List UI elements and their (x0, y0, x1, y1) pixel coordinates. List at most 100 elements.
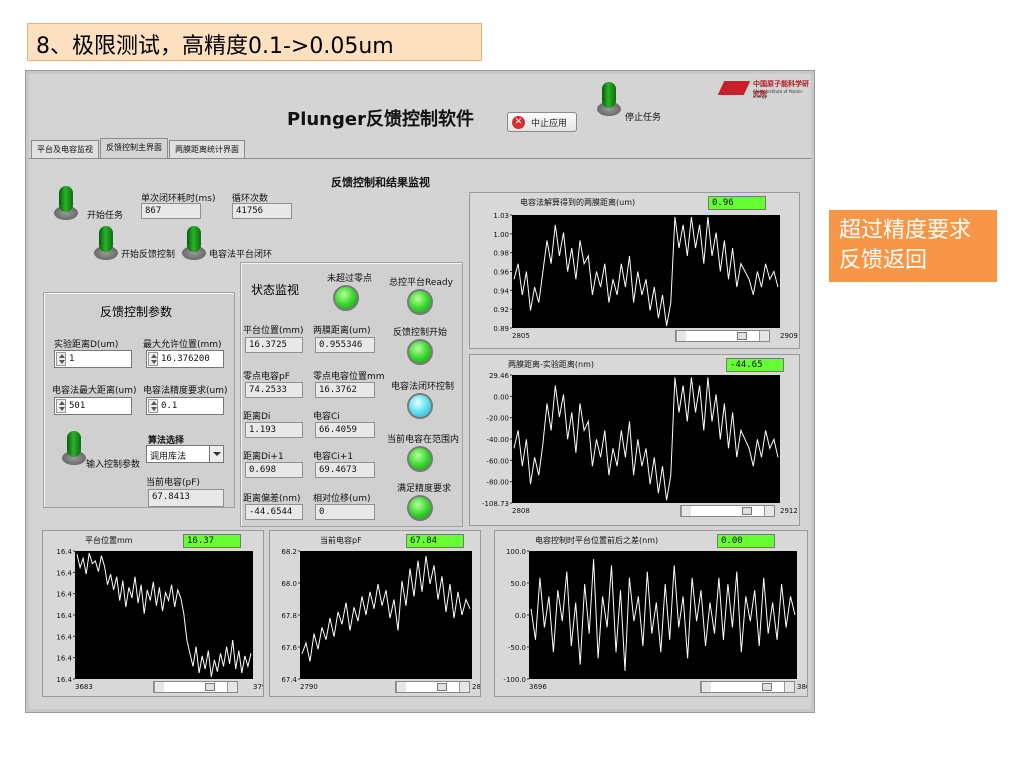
scroll-left-button[interactable] (154, 682, 164, 692)
y-tick-label: 1.03 (493, 212, 509, 220)
y-tick-label: 16.4 (56, 569, 72, 577)
max-pos-input[interactable]: 16.376200 (146, 350, 224, 368)
x-tick-label: 3791 (253, 683, 263, 691)
scrollbar-thumb[interactable] (437, 683, 447, 691)
di1-label: 距离Di+1 (243, 452, 284, 462)
y-tick-label: 67.8 (281, 612, 297, 620)
y-tick-label: -80.00 (486, 479, 509, 487)
in-range-led (407, 446, 433, 472)
feedback-params-panel: 反馈控制参数 实验距离D(um) 1 最大允许位置(mm) 16.376200 … (43, 292, 235, 508)
y-tick-label: 68.2 (281, 548, 297, 556)
callout-note: 超过精度要求反馈返回 (829, 210, 997, 282)
chevron-down-icon[interactable] (209, 446, 223, 462)
algo-select[interactable]: 调用库法 (146, 445, 224, 463)
cap-max-dist-input[interactable]: 501 (54, 397, 132, 415)
stop-task-label: 停止任务 (625, 113, 662, 123)
chart-scrollbar[interactable] (700, 681, 795, 693)
loop-count-indicator: 41756 (232, 203, 292, 219)
scroll-right-button[interactable] (784, 682, 794, 692)
cap-precision-spinner[interactable] (148, 399, 158, 413)
app-window-inner: 中国原子能科学研究院 China Institute of Atomic Ene… (29, 74, 811, 709)
y-tick-label: 67.4 (281, 676, 297, 684)
y-tick-label: -40.00 (486, 436, 509, 444)
chart-scrollbar[interactable] (680, 505, 775, 517)
scroll-left-button[interactable] (701, 682, 711, 692)
cap-max-dist-spinner[interactable] (56, 399, 66, 413)
ready-led (407, 289, 433, 315)
chart-plot-svg: 100.0 50.0 0.0 -50.0 -100.03696 3801 (503, 548, 807, 691)
chart-scrollbar[interactable] (675, 330, 770, 342)
y-tick-label: 67.6 (281, 644, 297, 652)
tab-feedback-main[interactable]: 反馈控制主界面 (100, 138, 168, 158)
scrollbar-thumb[interactable] (205, 683, 215, 691)
status-panel: 状态监视 未超过零点 总控平台Ready 平台位置(mm) 16.3725 两膜… (240, 262, 463, 527)
scrollbar-thumb[interactable] (737, 332, 747, 340)
chart-plot-svg: 16.416.416.416.416.416.416.436833791 (56, 548, 263, 691)
y-tick-label: 0.0 (515, 612, 526, 620)
scroll-left-button[interactable] (681, 506, 691, 516)
abort-app-button[interactable]: ✕ 中止应用 (507, 112, 577, 132)
abort-app-label: 中止应用 (531, 118, 568, 129)
x-tick-label: 3801 (797, 683, 807, 691)
feedback-start-label: 反馈控制开始 (393, 328, 448, 338)
cap-loop-ctrl-label: 电容法闭环控制 (391, 382, 455, 392)
cap-precision-input[interactable]: 0.1 (146, 397, 224, 415)
start-feedback-label: 开始反馈控制 (121, 250, 176, 260)
start-task-toggle[interactable] (54, 186, 78, 220)
tab-divider (29, 158, 811, 159)
stop-task-toggle[interactable] (597, 82, 621, 116)
plot-area (300, 551, 472, 679)
chart-scrollbar[interactable] (153, 681, 238, 693)
y-tick-label: 16.4 (56, 612, 72, 620)
dist-dev-label: 距离偏差(nm) (243, 494, 301, 504)
x-tick-label: 2909 (780, 332, 798, 340)
logo-text-en: China Institute of Atomic Energy (753, 89, 803, 99)
y-tick-label: 68.0 (281, 580, 297, 588)
abort-x-icon: ✕ (512, 115, 525, 129)
meets-precision-label: 满足精度要求 (397, 484, 452, 494)
di1-indicator: 0.698 (245, 462, 303, 478)
feedback-start-led (407, 339, 433, 365)
ci-label: 电容Ci (313, 412, 340, 422)
y-tick-label: 16.4 (56, 548, 72, 556)
ci1-indicator: 69.4673 (315, 462, 375, 478)
tab-film-distance-stats[interactable]: 两膜距离统计界面 (169, 140, 245, 158)
rel-disp-label: 相对位移(um) (313, 494, 371, 504)
plot-area (75, 551, 253, 679)
cap-loop-ctrl-led (407, 393, 433, 419)
zero-cap-pos-indicator: 16.3762 (315, 382, 375, 398)
y-tick-label: 16.4 (56, 676, 72, 684)
start-feedback-toggle[interactable] (94, 226, 118, 260)
chart-plot-svg: 68.2 68.0 67.8 67.6 67.42790 2898 (281, 548, 480, 691)
scroll-left-button[interactable] (396, 682, 406, 692)
scroll-right-button[interactable] (459, 682, 469, 692)
scroll-left-button[interactable] (676, 331, 686, 341)
di-label: 距离Di (243, 412, 271, 422)
scroll-right-button[interactable] (759, 331, 769, 341)
meets-precision-led (407, 495, 433, 521)
exp-distance-spinner[interactable] (56, 352, 66, 366)
y-tick-label: 0.00 (493, 393, 509, 401)
y-tick-label: 0.96 (493, 269, 509, 277)
cap-closed-loop-label: 电容法平台闭环 (209, 250, 273, 260)
platform-position-chart: 平台位置mm 16.37 16.4 16.4 16.4 16.4 16.4 16.4 16.4 3… (42, 530, 264, 697)
scrollbar-thumb[interactable] (762, 683, 772, 691)
zero-cap-pos-label: 零点电容位置mm (313, 372, 385, 382)
chart-scrollbar[interactable] (395, 681, 470, 693)
scroll-right-button[interactable] (764, 506, 774, 516)
platform-pos-indicator: 16.3725 (245, 337, 303, 353)
scrollbar-thumb[interactable] (742, 507, 752, 515)
tab-platform-capacitance[interactable]: 平台及电容监视 (31, 140, 99, 158)
max-pos-spinner[interactable] (148, 352, 158, 366)
x-tick-label: 2808 (512, 507, 530, 515)
y-tick-label: 0.89 (493, 325, 509, 333)
ci1-label: 电容Ci+1 (313, 452, 354, 462)
scroll-right-button[interactable] (227, 682, 237, 692)
cap-precision-label: 电容法精度要求(um) (143, 386, 228, 396)
y-tick-label: -108.73 (482, 500, 509, 508)
exp-distance-input[interactable]: 1 (54, 350, 132, 368)
y-tick-label: 16.4 (56, 633, 72, 641)
cap-closed-loop-toggle[interactable] (182, 226, 206, 260)
input-params-toggle[interactable] (62, 431, 86, 465)
not-exceed-zero-label: 未超过零点 (327, 274, 373, 284)
